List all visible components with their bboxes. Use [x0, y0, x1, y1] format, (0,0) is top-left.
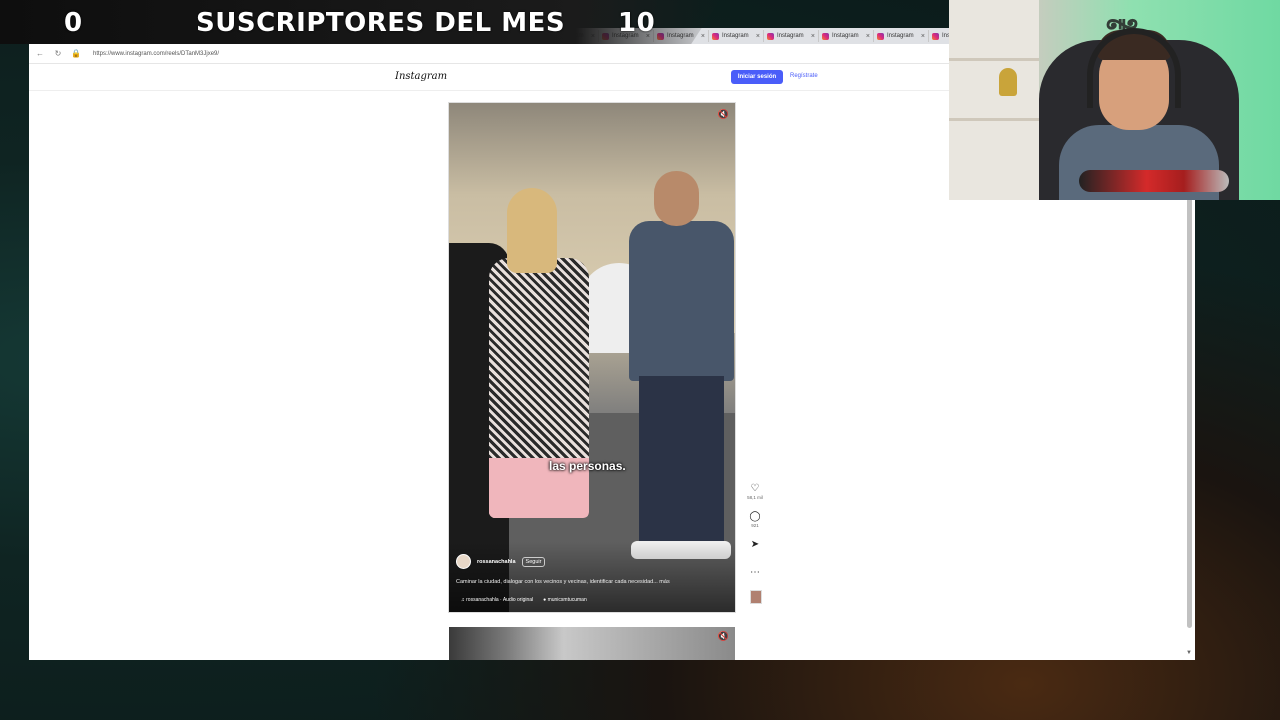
close-icon[interactable]: ×: [921, 33, 925, 40]
url-field[interactable]: https://www.instagram.com/reels/DTanM3Jj…: [93, 51, 219, 57]
browser-tab[interactable]: Instagram ×: [874, 30, 929, 42]
reel-person-man: [619, 171, 734, 576]
mute-icon[interactable]: 🔇: [718, 109, 729, 120]
instagram-favicon-icon: [712, 32, 719, 40]
avatar[interactable]: [456, 554, 471, 569]
like-count: 58,1 mil: [747, 495, 763, 500]
close-icon[interactable]: ×: [811, 33, 815, 40]
instagram-logo[interactable]: Instagram: [395, 71, 447, 82]
overlay-right-count: 10: [618, 8, 656, 38]
reload-icon[interactable]: ↻: [53, 49, 63, 58]
close-icon[interactable]: ×: [756, 33, 760, 40]
trophy-icon: [999, 68, 1017, 96]
close-icon[interactable]: ×: [866, 33, 870, 40]
reel-video[interactable]: 🔇 las personas. rossanachahla Seguir Cam…: [449, 103, 735, 612]
tab-label: Instagram: [887, 33, 914, 39]
tagged-user[interactable]: ● municsmtucuman: [543, 597, 587, 603]
audio-row: ♫ rossanachahla · Audio original ● munic…: [461, 597, 587, 603]
audio-link[interactable]: ♫ rossanachahla · Audio original: [461, 597, 533, 603]
register-link[interactable]: Regístrate: [790, 73, 818, 79]
instagram-favicon-icon: [767, 32, 774, 40]
overlay-left-count: 0: [64, 8, 83, 38]
username[interactable]: rossanachahla: [477, 559, 516, 565]
reel-person-woman: [477, 188, 589, 528]
lock-icon: 🔒: [71, 49, 81, 58]
mouse-cursor: [267, 490, 273, 499]
overlay-title: SUSCRIPTORES DEL MES: [196, 8, 566, 38]
close-icon[interactable]: ×: [701, 33, 705, 40]
reel-user-row: rossanachahla Seguir: [456, 554, 546, 569]
tab-label: Instagram: [777, 33, 804, 39]
more-options-icon[interactable]: ⋯: [750, 567, 760, 578]
reel-description[interactable]: Caminar la ciudad, dialogar con los veci…: [456, 579, 670, 585]
instagram-favicon-icon: [932, 32, 939, 40]
microphone-icon: [1079, 170, 1229, 192]
follow-button[interactable]: Seguir: [521, 556, 546, 567]
browser-tab[interactable]: Instagram ×: [819, 30, 874, 42]
webcam-shelf: [949, 0, 1039, 200]
webcam-feed: ꘏: [949, 0, 1280, 200]
share-icon[interactable]: ➤: [751, 539, 759, 550]
next-reel[interactable]: 🔇: [449, 627, 735, 660]
browser-tab[interactable]: Instagram ×: [709, 30, 764, 42]
music-icon: ♫: [461, 597, 465, 603]
tab-label: Instagram: [722, 33, 749, 39]
tab-label: Instagram: [832, 33, 859, 39]
comment-count: 921: [751, 523, 759, 528]
scroll-down-icon[interactable]: ▼: [1186, 650, 1192, 656]
like-icon[interactable]: ♡: [751, 483, 760, 494]
audio-thumbnail[interactable]: [750, 590, 762, 604]
instagram-favicon-icon: [822, 32, 829, 40]
reel-actions: ♡ 58,1 mil ◯ 921 ➤ ⋯: [745, 483, 765, 595]
instagram-favicon-icon: [877, 32, 884, 40]
comment-icon[interactable]: ◯: [749, 511, 760, 522]
person-icon: ●: [543, 597, 547, 603]
back-icon[interactable]: ←: [35, 49, 45, 58]
scrollbar[interactable]: [1187, 198, 1192, 628]
video-subtitle: las personas.: [549, 459, 626, 473]
browser-tab[interactable]: Instagram ×: [764, 30, 819, 42]
mute-icon[interactable]: 🔇: [718, 631, 729, 642]
login-button[interactable]: Iniciar sesión: [731, 70, 783, 84]
